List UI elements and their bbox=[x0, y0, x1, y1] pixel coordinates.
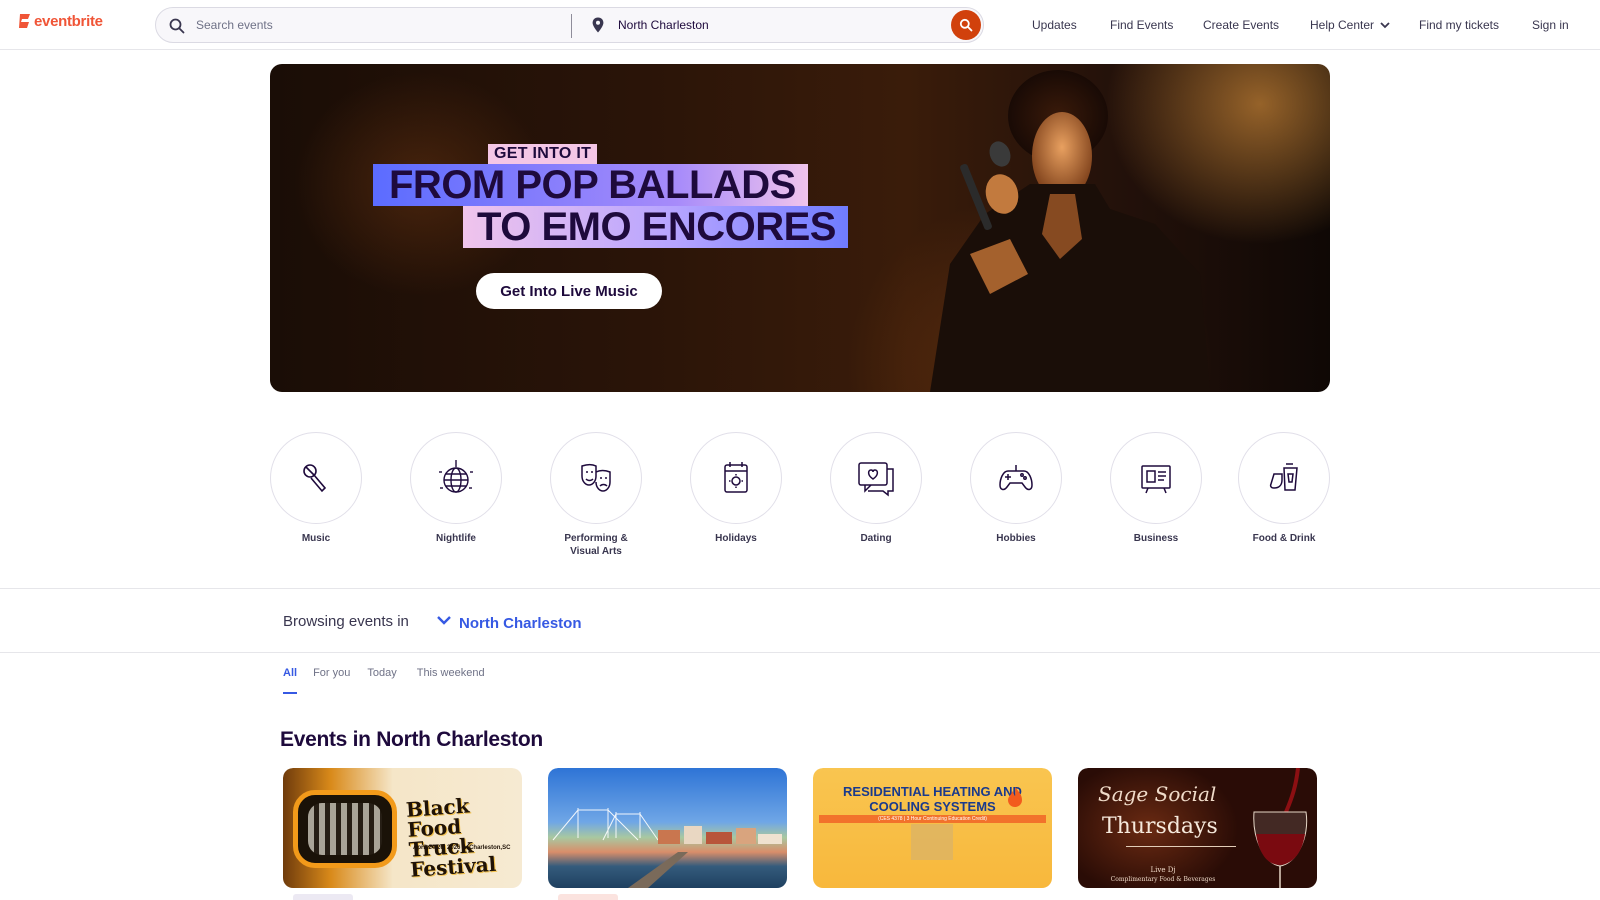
category-dating[interactable]: Dating bbox=[830, 432, 922, 545]
nav-sign-in-label: Sign in bbox=[1532, 18, 1569, 32]
divider bbox=[1126, 846, 1236, 847]
category-row: Music Nightlife Performing & Visual Arts… bbox=[270, 432, 1330, 562]
nav-find-my-tickets-label: Find my tickets bbox=[1419, 18, 1500, 32]
event-card[interactable] bbox=[548, 768, 787, 900]
nav-help-center[interactable]: Help Center bbox=[1310, 0, 1391, 50]
food-truck-photo bbox=[293, 790, 397, 868]
category-label: Food & Drink bbox=[1252, 533, 1316, 544]
category-nightlife[interactable]: Nightlife bbox=[410, 432, 502, 545]
event-card-image: Sage Social Thursdays Live Dj Compliment… bbox=[1078, 768, 1317, 888]
eventbrite-logo[interactable]: eventbrite bbox=[18, 12, 103, 30]
location-input[interactable] bbox=[618, 8, 948, 42]
event-card[interactable]: RESIDENTIAL HEATING AND COOLING SYSTEMS … bbox=[813, 768, 1052, 900]
category-label: Business bbox=[1133, 533, 1179, 544]
category-circle bbox=[550, 432, 642, 524]
category-performing-visual-arts[interactable]: Performing & Visual Arts bbox=[550, 432, 642, 558]
disco-ball-icon bbox=[439, 460, 473, 493]
eventbrite-mark-icon bbox=[19, 14, 30, 28]
search-submit-button[interactable] bbox=[951, 10, 981, 40]
hero-headline-line-2: TO EMO ENCORES bbox=[463, 206, 848, 248]
search-icon bbox=[169, 18, 185, 34]
nav-find-events-label: Find Events bbox=[1110, 18, 1174, 32]
game-controller-icon bbox=[999, 465, 1033, 491]
top-header: eventbrite Updates Find Events Create Ev… bbox=[0, 0, 1600, 50]
nav-help-center-label: Help Center bbox=[1310, 18, 1375, 32]
search-submit-icon bbox=[959, 18, 973, 32]
flame-icon bbox=[1008, 787, 1022, 807]
category-music[interactable]: Music bbox=[270, 432, 362, 545]
tab-all[interactable]: All bbox=[283, 667, 298, 697]
brand-name: eventbrite bbox=[34, 12, 103, 30]
category-circle bbox=[410, 432, 502, 524]
nav-updates[interactable]: Updates bbox=[1032, 0, 1077, 50]
event-card[interactable]: Sage Social Thursdays Live Dj Compliment… bbox=[1078, 768, 1317, 900]
search-bar bbox=[155, 7, 984, 43]
event-card-image: RESIDENTIAL HEATING AND COOLING SYSTEMS … bbox=[813, 768, 1052, 888]
calendar-sun-icon bbox=[724, 462, 748, 493]
category-circle bbox=[270, 432, 362, 524]
tab-today[interactable]: Today bbox=[367, 667, 396, 697]
category-label: Holidays bbox=[715, 533, 757, 544]
tab-for-you[interactable]: For you bbox=[313, 667, 350, 697]
event-image-title: Sage Social bbox=[1098, 782, 1217, 806]
chevron-down-icon[interactable] bbox=[436, 614, 452, 626]
event-card-image bbox=[548, 768, 787, 888]
event-card-image: Black Food Truck Festival April 24-26, 2… bbox=[283, 768, 522, 888]
event-filter-tabs: All For you Today This weekend bbox=[283, 667, 485, 697]
hvac-illustration bbox=[911, 824, 953, 860]
category-circle bbox=[970, 432, 1062, 524]
nav-find-my-tickets[interactable]: Find my tickets bbox=[1419, 0, 1499, 50]
category-label: Music bbox=[301, 533, 331, 544]
category-circle bbox=[1110, 432, 1202, 524]
category-circle bbox=[1238, 432, 1330, 524]
event-card-badge bbox=[293, 894, 353, 900]
nav-updates-label: Updates bbox=[1032, 18, 1077, 32]
browse-location-dropdown[interactable]: North Charleston bbox=[459, 615, 582, 632]
category-label: Nightlife bbox=[436, 533, 476, 544]
hero-banner[interactable]: GET INTO IT FROM POP BALLADS TO EMO ENCO… bbox=[270, 64, 1330, 392]
location-pin-icon bbox=[592, 17, 604, 33]
event-image-subtext: Thursdays bbox=[1102, 814, 1218, 839]
microphone-icon bbox=[303, 464, 327, 493]
search-divider bbox=[571, 14, 572, 38]
event-image-subtext: (CES 4378 | 3 Hour Continuing Education … bbox=[819, 815, 1046, 823]
nav-create-events[interactable]: Create Events bbox=[1203, 0, 1279, 50]
nav-find-events[interactable]: Find Events bbox=[1110, 0, 1173, 50]
browse-location-bar: Browsing events in North Charleston bbox=[0, 588, 1600, 653]
category-label: Dating bbox=[860, 533, 892, 544]
event-image-note: Live Dj bbox=[1150, 866, 1176, 874]
hero-kicker: GET INTO IT bbox=[488, 144, 598, 164]
category-hobbies[interactable]: Hobbies bbox=[970, 432, 1062, 545]
singer-photo bbox=[930, 70, 1210, 392]
chevron-down-icon bbox=[1380, 22, 1390, 29]
category-food-drink[interactable]: Food & Drink bbox=[1238, 432, 1330, 545]
category-business[interactable]: Business bbox=[1110, 432, 1202, 545]
event-card-badge bbox=[558, 894, 618, 900]
drinks-icon bbox=[1269, 463, 1298, 491]
browse-label: Browsing events in bbox=[283, 613, 409, 630]
wine-glass-icon bbox=[1253, 768, 1308, 888]
theater-masks-icon bbox=[581, 463, 611, 492]
nav-sign-in[interactable]: Sign in bbox=[1532, 0, 1569, 50]
charleston-skyline-photo bbox=[552, 808, 782, 888]
section-title: Events in North Charleston bbox=[280, 728, 543, 751]
hero-cta-button[interactable]: Get Into Live Music bbox=[476, 273, 662, 309]
event-image-title: Black Food Truck Festival bbox=[405, 793, 497, 882]
category-holidays[interactable]: Holidays bbox=[690, 432, 782, 545]
presentation-board-icon bbox=[1141, 465, 1171, 494]
tab-this-weekend[interactable]: This weekend bbox=[417, 667, 485, 697]
chat-heart-icon bbox=[858, 462, 894, 497]
category-circle bbox=[690, 432, 782, 524]
category-label: Performing & Visual Arts bbox=[564, 533, 628, 557]
hero-headline-line-1: FROM POP BALLADS bbox=[373, 164, 808, 206]
event-image-note: Complimentary Food & Beverages bbox=[1110, 876, 1216, 883]
event-image-subtext: April 24-26, 2026 ★ Charleston,SC bbox=[413, 845, 511, 851]
event-card[interactable]: Black Food Truck Festival April 24-26, 2… bbox=[283, 768, 522, 900]
nav-create-events-label: Create Events bbox=[1203, 18, 1280, 32]
category-label: Hobbies bbox=[996, 533, 1036, 544]
category-circle bbox=[830, 432, 922, 524]
